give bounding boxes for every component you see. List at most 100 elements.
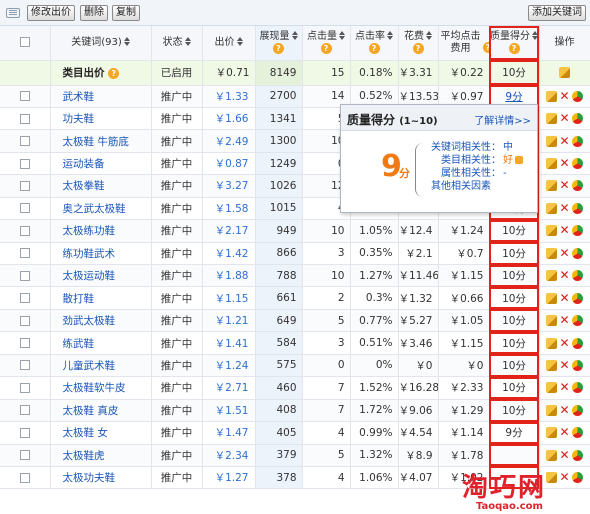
- delete-icon[interactable]: ✕: [559, 314, 570, 326]
- row-checkbox[interactable]: [19, 427, 30, 438]
- row-checkbox[interactable]: [19, 113, 30, 124]
- keyword-link[interactable]: 太极功夫鞋: [50, 466, 152, 490]
- bid-cell[interactable]: ￥1.88: [202, 264, 256, 288]
- collapse-icon[interactable]: [6, 8, 20, 18]
- add-keyword-button[interactable]: 添加关键词: [528, 5, 586, 21]
- sort-icon[interactable]: [426, 31, 432, 40]
- sort-icon[interactable]: [387, 31, 393, 40]
- bid-cell[interactable]: ￥0.87: [202, 152, 256, 176]
- sort-icon[interactable]: [532, 31, 538, 40]
- chart-icon[interactable]: [572, 158, 583, 170]
- bid-cell[interactable]: ￥1.33: [202, 85, 256, 108]
- bid-cell[interactable]: ￥1.15: [202, 286, 256, 310]
- edit-icon[interactable]: [546, 292, 557, 304]
- delete-icon[interactable]: ✕: [559, 224, 570, 236]
- help-icon[interactable]: ?: [368, 42, 380, 54]
- bid-cell[interactable]: ￥2.49: [202, 129, 256, 153]
- delete-icon[interactable]: ✕: [559, 135, 570, 147]
- chart-icon[interactable]: [572, 337, 583, 349]
- edit-icon[interactable]: [546, 337, 557, 349]
- delete-icon[interactable]: ✕: [559, 292, 570, 304]
- chart-icon[interactable]: [572, 449, 583, 461]
- keyword-link[interactable]: 武术鞋: [50, 85, 152, 108]
- keyword-link[interactable]: 散打鞋: [50, 286, 152, 310]
- row-checkbox[interactable]: [19, 360, 30, 371]
- chart-icon[interactable]: [572, 247, 583, 259]
- bid-cell[interactable]: ￥2.34: [202, 444, 256, 467]
- sort-icon[interactable]: [236, 37, 243, 47]
- edit-icon[interactable]: [559, 67, 570, 78]
- keyword-link[interactable]: 太极运动鞋: [50, 264, 152, 288]
- keyword-link[interactable]: 练功鞋武术: [50, 242, 152, 266]
- chart-icon[interactable]: [572, 292, 583, 304]
- keyword-link[interactable]: 太极鞋 真皮: [50, 399, 152, 423]
- row-checkbox[interactable]: [19, 315, 30, 326]
- help-icon[interactable]: ?: [508, 42, 520, 54]
- keyword-link[interactable]: 太极鞋虎: [50, 444, 152, 467]
- header-impressions[interactable]: 展现量?: [255, 26, 303, 61]
- header-keyword[interactable]: 关键词(93): [50, 26, 152, 61]
- chart-icon[interactable]: [572, 202, 583, 214]
- delete-icon[interactable]: ✕: [559, 247, 570, 259]
- row-checkbox[interactable]: [19, 405, 30, 416]
- bid-cell[interactable]: ￥1.27: [202, 466, 256, 490]
- keyword-link[interactable]: 运动装备: [50, 152, 152, 176]
- chart-icon[interactable]: [572, 382, 583, 394]
- delete-icon[interactable]: ✕: [559, 426, 570, 438]
- row-checkbox[interactable]: [19, 91, 30, 102]
- bid-cell[interactable]: ￥1.41: [202, 331, 256, 355]
- help-icon[interactable]: ?: [320, 42, 332, 54]
- row-checkbox[interactable]: [19, 180, 30, 191]
- edit-icon[interactable]: [546, 113, 557, 125]
- header-avg-cpc[interactable]: 平均点击费用?: [438, 26, 490, 61]
- edit-icon[interactable]: [546, 404, 557, 416]
- chart-icon[interactable]: [572, 359, 583, 371]
- delete-icon[interactable]: ✕: [559, 179, 570, 191]
- bid-cell[interactable]: ￥1.21: [202, 309, 256, 333]
- edit-icon[interactable]: [546, 135, 557, 147]
- keyword-link[interactable]: 太极练功鞋: [50, 219, 152, 243]
- bid-cell[interactable]: ￥1.58: [202, 197, 256, 221]
- bid-cell[interactable]: ￥3.27: [202, 174, 256, 198]
- summary-bid[interactable]: ￥0.71: [202, 60, 256, 86]
- sort-icon[interactable]: [339, 31, 345, 40]
- row-checkbox[interactable]: [19, 472, 30, 483]
- delete-icon[interactable]: ✕: [559, 337, 570, 349]
- delete-icon[interactable]: ✕: [559, 381, 570, 393]
- help-icon[interactable]: ?: [412, 42, 424, 54]
- edit-icon[interactable]: [546, 359, 557, 371]
- chart-icon[interactable]: [572, 427, 583, 439]
- sort-icon[interactable]: [291, 31, 298, 40]
- chart-icon[interactable]: [572, 135, 583, 147]
- row-checkbox[interactable]: [19, 158, 30, 169]
- keyword-link[interactable]: 太极鞋 牛筋底: [50, 129, 152, 153]
- edit-icon[interactable]: [546, 270, 557, 282]
- keyword-link[interactable]: 儿童武术鞋: [50, 354, 152, 378]
- header-bid[interactable]: 出价: [202, 26, 256, 61]
- row-checkbox[interactable]: [19, 450, 30, 461]
- bid-cell[interactable]: ￥1.51: [202, 399, 256, 423]
- row-checkbox[interactable]: [19, 248, 30, 259]
- delete-icon[interactable]: ✕: [559, 359, 570, 371]
- header-status[interactable]: 状态: [151, 26, 203, 61]
- edit-icon[interactable]: [546, 90, 557, 102]
- chart-icon[interactable]: [572, 180, 583, 192]
- quality-score-link[interactable]: 9分: [505, 91, 522, 103]
- chart-icon[interactable]: [572, 90, 583, 102]
- keyword-link[interactable]: 功夫鞋: [50, 107, 152, 131]
- chart-icon[interactable]: [572, 404, 583, 416]
- edit-icon[interactable]: [546, 382, 557, 394]
- edit-icon[interactable]: [546, 225, 557, 237]
- edit-icon[interactable]: [546, 449, 557, 461]
- header-quality[interactable]: 质量得分?: [489, 26, 540, 61]
- bid-cell[interactable]: ￥1.42: [202, 242, 256, 266]
- row-checkbox[interactable]: [19, 136, 30, 147]
- header-clicks[interactable]: 点击量?: [302, 26, 351, 61]
- row-checkbox[interactable]: [19, 338, 30, 349]
- header-spend[interactable]: 花费?: [398, 26, 439, 61]
- select-all-checkbox[interactable]: [19, 36, 30, 47]
- edit-icon[interactable]: [546, 158, 557, 170]
- row-checkbox[interactable]: [19, 293, 30, 304]
- keyword-link[interactable]: 太极鞋 女: [50, 421, 152, 445]
- delete-icon[interactable]: ✕: [559, 157, 570, 169]
